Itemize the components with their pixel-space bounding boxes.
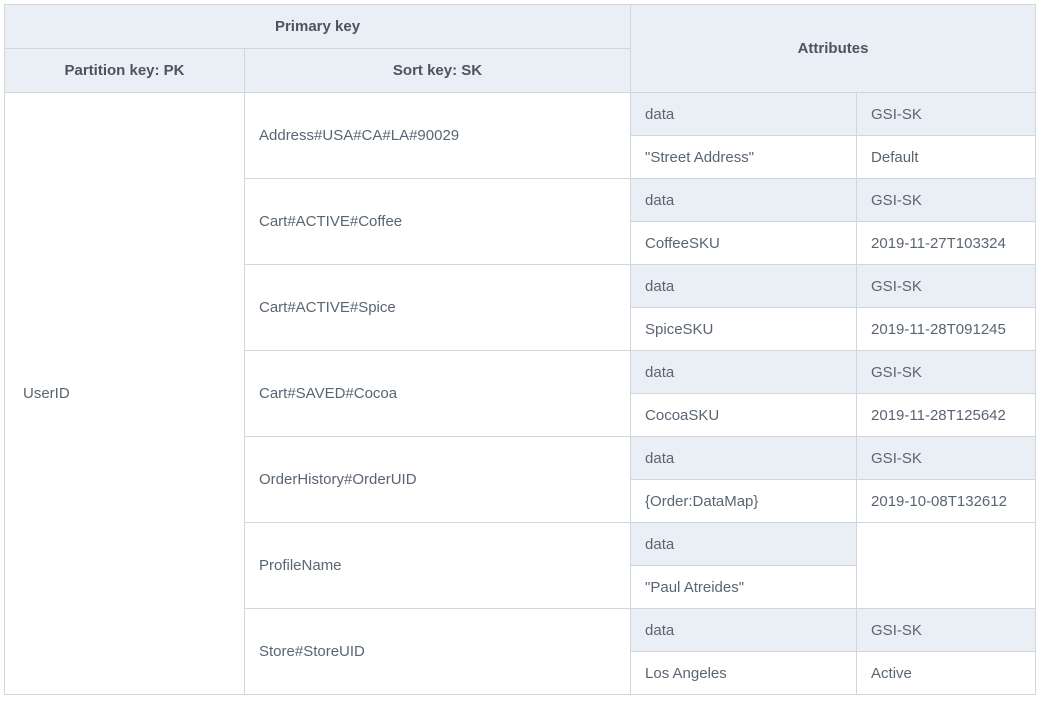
attr-value-gsi-sk: 2019-11-27T103324 [857,222,1036,265]
sort-key-cell: OrderHistory#OrderUID [245,437,631,523]
attr-value-data: CocoaSKU [631,394,857,437]
attr-label-data: data [631,179,857,222]
attr-label-gsi-sk: GSI-SK [857,93,1036,136]
attr-label-data: data [631,93,857,136]
attr-value-data: Los Angeles [631,652,857,695]
sort-key-cell: Cart#SAVED#Cocoa [245,351,631,437]
attr-value-gsi-sk: 2019-11-28T091245 [857,308,1036,351]
attr-label-data: data [631,265,857,308]
attr-label-data: data [631,437,857,480]
attr-value-data: SpiceSKU [631,308,857,351]
attr-label-gsi-sk: GSI-SK [857,351,1036,394]
attr-label-gsi-sk: GSI-SK [857,437,1036,480]
dynamodb-facet-table: Primary key Attributes Partition key: PK… [4,4,1036,695]
sort-key-cell: Address#USA#CA#LA#90029 [245,93,631,179]
attr-value-gsi-sk: Default [857,136,1036,179]
attr-value-data: "Street Address" [631,136,857,179]
attr-value-data: {Order:DataMap} [631,480,857,523]
attr-value-gsi-sk: 2019-11-28T125642 [857,394,1036,437]
header-partition-key: Partition key: PK [5,49,245,93]
sort-key-cell: Cart#ACTIVE#Spice [245,265,631,351]
attr-value-gsi-sk-empty [857,523,1036,609]
sort-key-cell: ProfileName [245,523,631,609]
attr-label-data: data [631,351,857,394]
attr-value-data: "Paul Atreides" [631,566,857,609]
header-primary-key: Primary key [5,5,631,49]
attr-label-gsi-sk: GSI-SK [857,609,1036,652]
attr-label-gsi-sk: GSI-SK [857,265,1036,308]
attr-value-gsi-sk: Active [857,652,1036,695]
attr-value-data: CoffeeSKU [631,222,857,265]
header-sort-key: Sort key: SK [245,49,631,93]
attr-label-gsi-sk: GSI-SK [857,179,1036,222]
attr-label-data: data [631,609,857,652]
partition-key-cell: UserID [5,93,245,695]
sort-key-cell: Cart#ACTIVE#Coffee [245,179,631,265]
header-attributes: Attributes [631,5,1036,93]
attr-value-gsi-sk: 2019-10-08T132612 [857,480,1036,523]
sort-key-cell: Store#StoreUID [245,609,631,695]
attr-label-data: data [631,523,857,566]
